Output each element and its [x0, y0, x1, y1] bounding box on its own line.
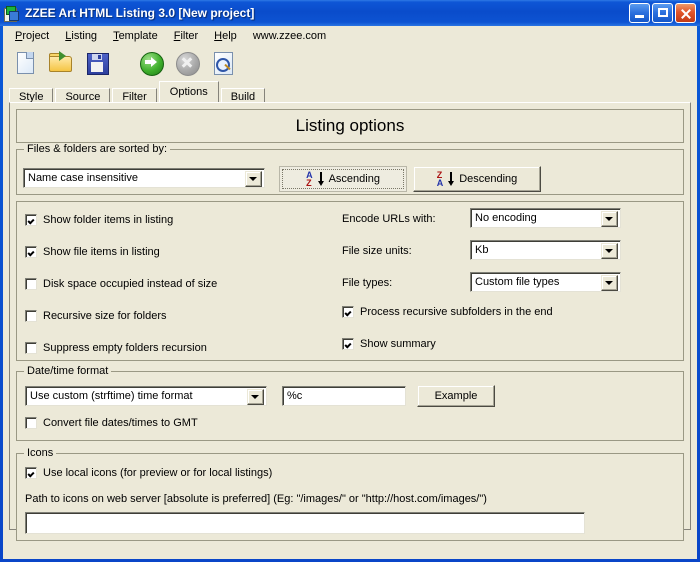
datetime-format-combo[interactable]: Use custom (strftime) time format [25, 386, 267, 406]
page-title: Listing options [16, 109, 684, 143]
label-file-size-units: File size units: [342, 245, 412, 257]
checkbox-disk-space-occupied[interactable]: Disk space occupied instead of size [25, 278, 217, 290]
sort-field-combo[interactable]: Name case insensitive [23, 168, 265, 188]
close-button[interactable] [675, 3, 696, 23]
example-button-label: Example [434, 390, 478, 402]
custom-format-input[interactable]: %c [282, 386, 406, 406]
menu-filter[interactable]: Filter [166, 28, 206, 44]
new-document-icon[interactable] [11, 49, 39, 77]
checkbox-box [342, 306, 354, 318]
label-encode-urls: Encode URLs with: [342, 213, 436, 225]
checkbox-box [25, 310, 37, 322]
checkbox-box [25, 467, 37, 479]
descending-glyph-bottom: A [436, 178, 444, 188]
file-types-combo[interactable]: Custom file types [470, 272, 621, 292]
checkbox-label: Show summary [360, 338, 436, 350]
options-tab-panel: Listing options Files & folders are sort… [9, 102, 691, 541]
checkbox-label: Suppress empty folders recursion [43, 342, 207, 354]
title-bar: ZZEE Art HTML Listing 3.0 [New project] [0, 0, 700, 26]
menu-project[interactable]: PProjectroject [7, 28, 57, 44]
checkbox-label: Convert file dates/times to GMT [43, 417, 198, 429]
checkbox-use-local-icons[interactable]: Use local icons (for preview or for loca… [25, 467, 272, 479]
arrow-down-icon [317, 171, 324, 187]
arrow-down-icon [448, 171, 455, 187]
datetime-group: Date/time format Use custom (strftime) t… [16, 365, 684, 441]
sort-group: Files & folders are sorted by: Name case… [16, 143, 684, 195]
window-title: ZZEE Art HTML Listing 3.0 [New project] [25, 6, 255, 20]
sort-ascending-button[interactable]: A Z Ascending [279, 166, 407, 192]
checkbox-label: Show folder items in listing [43, 214, 174, 226]
checkbox-label: Disk space occupied instead of size [43, 278, 218, 290]
menu-website-link[interactable]: www.zzee.com [245, 28, 334, 44]
checkbox-box [25, 246, 37, 258]
minimize-icon [635, 15, 644, 18]
tab-strip: Style Source Filter Options Build [9, 80, 697, 105]
maximize-button[interactable] [652, 3, 673, 23]
icons-path-input[interactable] [25, 512, 585, 534]
menu-help[interactable]: Help [206, 28, 245, 44]
toolbar [3, 45, 697, 80]
encode-urls-combo[interactable]: No encoding [470, 208, 621, 228]
datetime-format-value: Use custom (strftime) time format [30, 390, 193, 402]
floppy-save-icon[interactable] [83, 49, 111, 77]
file-size-units-combo[interactable]: Kb [470, 240, 621, 260]
focus-ring [282, 169, 404, 189]
application-window: ZZEE Art HTML Listing 3.0 [New project] … [0, 0, 700, 562]
tab-options[interactable]: Options [158, 81, 219, 102]
client-area: PProjectroject Listing Template Filter H… [3, 26, 697, 559]
checkbox-suppress-empty-folders[interactable]: Suppress empty folders recursion [25, 342, 207, 354]
chevron-down-icon[interactable] [245, 171, 262, 187]
window-controls [629, 3, 696, 23]
menu-bar: PProjectroject Listing Template Filter H… [3, 26, 697, 45]
maximize-icon [658, 8, 668, 17]
chevron-down-icon[interactable] [601, 243, 618, 259]
file-types-value: Custom file types [475, 276, 560, 288]
checkbox-box [25, 342, 37, 354]
checkbox-label: Recursive size for folders [43, 310, 167, 322]
file-size-units-value: Kb [475, 244, 489, 256]
datetime-group-legend: Date/time format [24, 365, 112, 377]
chevron-down-icon[interactable] [247, 389, 264, 405]
label-file-types: File types: [342, 277, 393, 289]
checkbox-box [25, 214, 37, 226]
checkbox-box [342, 338, 354, 350]
checkbox-recursive-size[interactable]: Recursive size for folders [25, 310, 167, 322]
chevron-down-icon[interactable] [601, 275, 618, 291]
checkbox-convert-gmt[interactable]: Convert file dates/times to GMT [25, 417, 198, 429]
sort-group-legend: Files & folders are sorted by: [24, 143, 171, 155]
checkbox-show-folder-items[interactable]: Show folder items in listing [25, 214, 173, 226]
menu-template[interactable]: Template [105, 28, 166, 44]
app-document-icon [4, 5, 20, 22]
listing-options-panel: Show folder items in listing Show file i… [16, 201, 684, 361]
checkbox-show-summary[interactable]: Show summary [342, 338, 436, 350]
checkbox-box [25, 417, 37, 429]
open-folder-icon[interactable] [47, 49, 75, 77]
gray-stop-icon [173, 49, 201, 77]
checkbox-label: Process recursive subfolders in the end [360, 306, 553, 318]
icons-path-label: Path to icons on web server [absolute is… [25, 493, 487, 505]
sort-field-value: Name case insensitive [28, 172, 139, 184]
example-button[interactable]: Example [417, 385, 495, 407]
checkbox-process-recursive-subfolders[interactable]: Process recursive subfolders in the end [342, 306, 553, 318]
sort-descending-button[interactable]: Z A Descending [413, 166, 541, 192]
sort-descending-label: Descending [459, 173, 518, 185]
chevron-down-icon[interactable] [601, 211, 618, 227]
green-arrow-go-icon[interactable] [137, 49, 165, 77]
menu-listing[interactable]: Listing [57, 28, 105, 44]
magnifier-preview-icon[interactable] [209, 49, 237, 77]
checkbox-box [25, 278, 37, 290]
checkbox-show-file-items[interactable]: Show file items in listing [25, 246, 160, 258]
icons-group: Icons Use local icons (for preview or fo… [16, 447, 684, 541]
custom-format-value: %c [287, 390, 303, 402]
checkbox-label: Show file items in listing [43, 246, 160, 258]
icons-group-legend: Icons [24, 447, 57, 459]
checkbox-label: Use local icons (for preview or for loca… [43, 467, 273, 479]
encode-urls-value: No encoding [475, 212, 537, 224]
minimize-button[interactable] [629, 3, 650, 23]
